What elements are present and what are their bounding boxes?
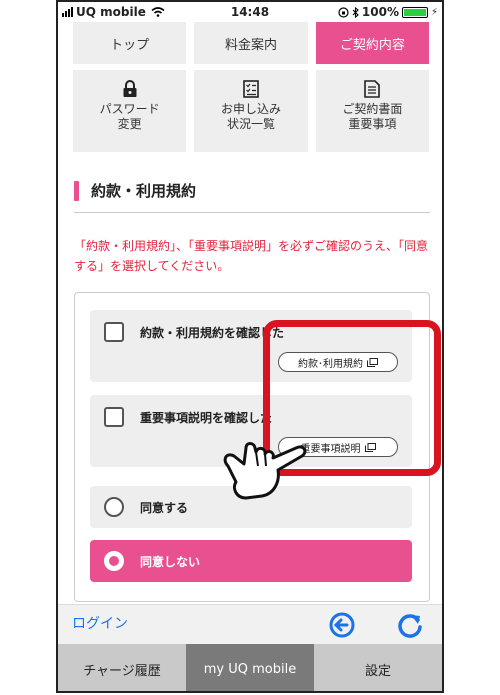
tab-my-uq-mobile[interactable]: my UQ mobile bbox=[186, 644, 314, 691]
disagree-label: 同意しない bbox=[140, 555, 201, 569]
nav-contract-details[interactable]: ご契約内容 bbox=[315, 22, 429, 64]
footer-bar: ログイン bbox=[58, 604, 442, 644]
section-title-text: 約款・利用規約 bbox=[91, 182, 197, 200]
clock: 14:48 bbox=[230, 5, 270, 19]
notice-text: 「約款・利用規約」、「重要事項説明」を必ずご確認のうえ、「同意する」を選択してく… bbox=[74, 239, 429, 273]
battery-percent: 100% bbox=[361, 5, 399, 19]
status-bar: UQ mobile 14:48 100% ⚡ bbox=[58, 2, 442, 22]
tile-label: パスワード 変更 bbox=[99, 102, 160, 131]
checklist-icon bbox=[243, 80, 259, 98]
terms-checkbox[interactable] bbox=[104, 322, 124, 342]
reload-icon[interactable] bbox=[396, 611, 424, 639]
tab-charge-history[interactable]: チャージ履歴 bbox=[58, 644, 186, 691]
bottom-tab-bar: チャージ履歴 my UQ mobile 設定 bbox=[58, 644, 442, 691]
disagree-radio-option[interactable]: 同意しない bbox=[90, 540, 412, 582]
agree-radio[interactable] bbox=[104, 497, 124, 517]
signal-icon bbox=[62, 7, 73, 17]
tile-label: ご契約書面 重要事項 bbox=[342, 102, 403, 131]
disagree-radio[interactable] bbox=[104, 551, 124, 571]
important-checkbox[interactable] bbox=[104, 407, 124, 427]
section-title: 約款・利用規約 bbox=[74, 180, 196, 201]
divider bbox=[74, 212, 430, 213]
tile-password-change[interactable]: パスワード 変更 bbox=[73, 70, 187, 152]
top-nav: トップ 料金案内 ご契約内容 bbox=[73, 22, 429, 64]
bluetooth-icon bbox=[352, 6, 359, 18]
charging-icon: ⚡ bbox=[430, 6, 438, 18]
nav-top[interactable]: トップ bbox=[73, 22, 187, 64]
tab-settings[interactable]: 設定 bbox=[314, 644, 442, 691]
tile-application-status[interactable]: お申し込み 状況一覧 bbox=[194, 70, 308, 152]
section-marker bbox=[74, 180, 79, 201]
pointing-hand-icon bbox=[223, 442, 307, 500]
menu-tiles: パスワード 変更 お申し込み 状況一覧 ご契約書面 重要事項 bbox=[73, 70, 429, 152]
carrier-name: UQ mobile bbox=[76, 5, 146, 19]
back-arrow-icon[interactable] bbox=[328, 611, 356, 639]
agree-label: 同意する bbox=[140, 501, 189, 515]
document-icon bbox=[364, 80, 381, 98]
battery-icon bbox=[401, 6, 428, 18]
nav-pricing[interactable]: 料金案内 bbox=[194, 22, 308, 64]
lock-icon bbox=[123, 80, 137, 97]
rotation-lock-icon bbox=[338, 6, 349, 18]
tile-label: お申し込み 状況一覧 bbox=[220, 102, 281, 131]
tile-contract-documents[interactable]: ご契約書面 重要事項 bbox=[315, 70, 429, 152]
wifi-icon bbox=[151, 7, 165, 17]
phone-screen: UQ mobile 14:48 100% ⚡ トップ 料金案内 ご契約内容 パス… bbox=[56, 0, 444, 693]
login-link[interactable]: ログイン bbox=[72, 613, 128, 633]
